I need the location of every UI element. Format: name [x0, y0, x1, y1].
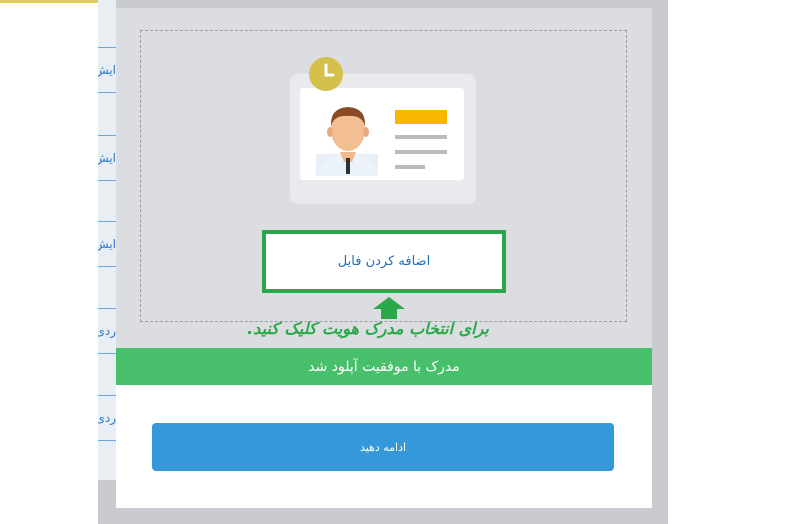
success-message: مدرک با موفقیت آپلود شد	[116, 348, 652, 385]
add-file-button[interactable]: اضافه کردن فایل	[262, 230, 506, 293]
continue-button[interactable]: ادامه دهید	[152, 423, 614, 471]
id-card-line	[395, 135, 447, 139]
upload-modal: اضافه کردن فایل برای انتخاب مدرک هویت کل…	[116, 8, 652, 508]
background-list-item: ایش	[98, 47, 116, 93]
clock-icon	[309, 57, 343, 91]
arrow-up-icon	[373, 297, 405, 319]
add-file-label: اضافه کردن فایل	[337, 254, 431, 269]
background-list-item: ایش	[98, 221, 116, 267]
background-list-item: ردی	[98, 395, 116, 441]
success-message-text: مدرک با موفقیت آپلود شد	[308, 358, 460, 375]
person-avatar-icon	[316, 107, 378, 176]
upload-area[interactable]: اضافه کردن فایل برای انتخاب مدرک هویت کل…	[116, 8, 652, 348]
upload-instruction: برای انتخاب مدرک هویت کلیک کنید.	[247, 319, 489, 338]
continue-button-label: ادامه دهید	[359, 440, 407, 454]
id-card-highlight	[395, 110, 447, 124]
background-list-item: ردی	[98, 308, 116, 354]
id-card-line	[395, 165, 425, 169]
background-list-item: ایش	[98, 135, 116, 181]
id-card-line	[395, 150, 447, 154]
